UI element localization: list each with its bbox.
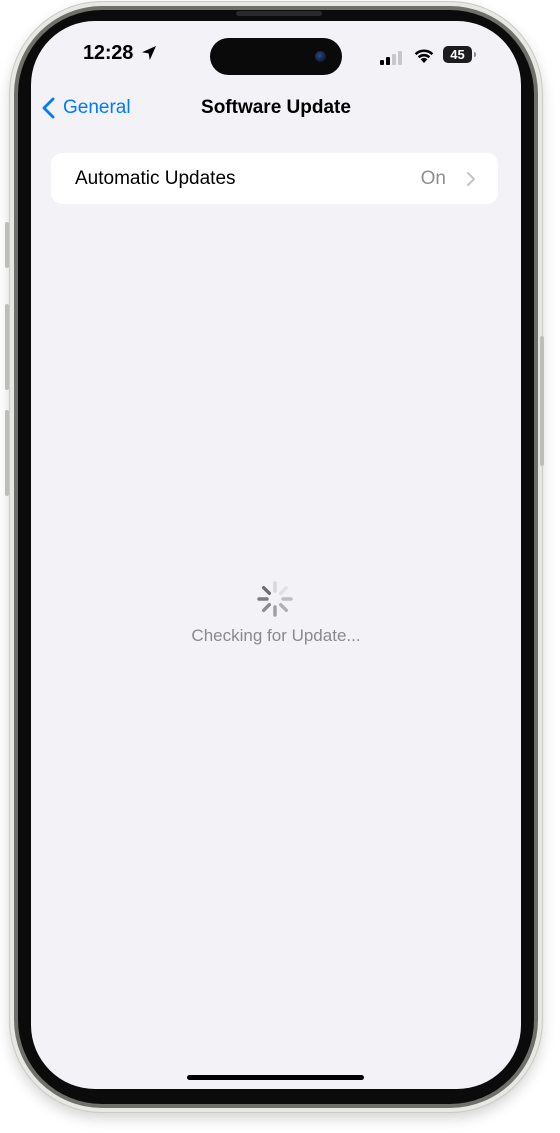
back-button-label: General: [63, 97, 131, 118]
action-button: [5, 222, 9, 268]
wifi-icon: [414, 49, 434, 63]
side-button: [540, 336, 544, 466]
automatic-updates-row[interactable]: Automatic Updates On: [51, 153, 498, 204]
page-title: Software Update: [201, 97, 351, 118]
battery-level: 45: [450, 47, 465, 62]
dynamic-island: [210, 38, 342, 75]
camera-lens-icon: [315, 51, 326, 62]
cellular-signal-icon: [380, 51, 406, 65]
chevron-left-icon: [42, 97, 55, 119]
loading-status-text: Checking for Update...: [191, 626, 361, 645]
home-indicator[interactable]: [187, 1075, 364, 1080]
screen: 12:28 45 General Software Update Automat…: [31, 21, 521, 1089]
settings-group: Automatic Updates On: [51, 153, 498, 204]
location-arrow-icon: [142, 46, 156, 60]
volume-down-button: [5, 410, 9, 496]
back-button[interactable]: General: [41, 95, 131, 121]
volume-up-button: [5, 304, 9, 390]
battery-nub: [474, 52, 476, 57]
status-time: 12:28: [83, 42, 134, 64]
activity-spinner-icon: [257, 581, 293, 617]
row-value: On: [420, 168, 446, 189]
chevron-right-icon: [467, 172, 475, 186]
battery-icon: 45: [443, 46, 472, 63]
row-label: Automatic Updates: [75, 168, 236, 189]
earpiece-speaker: [236, 11, 322, 16]
